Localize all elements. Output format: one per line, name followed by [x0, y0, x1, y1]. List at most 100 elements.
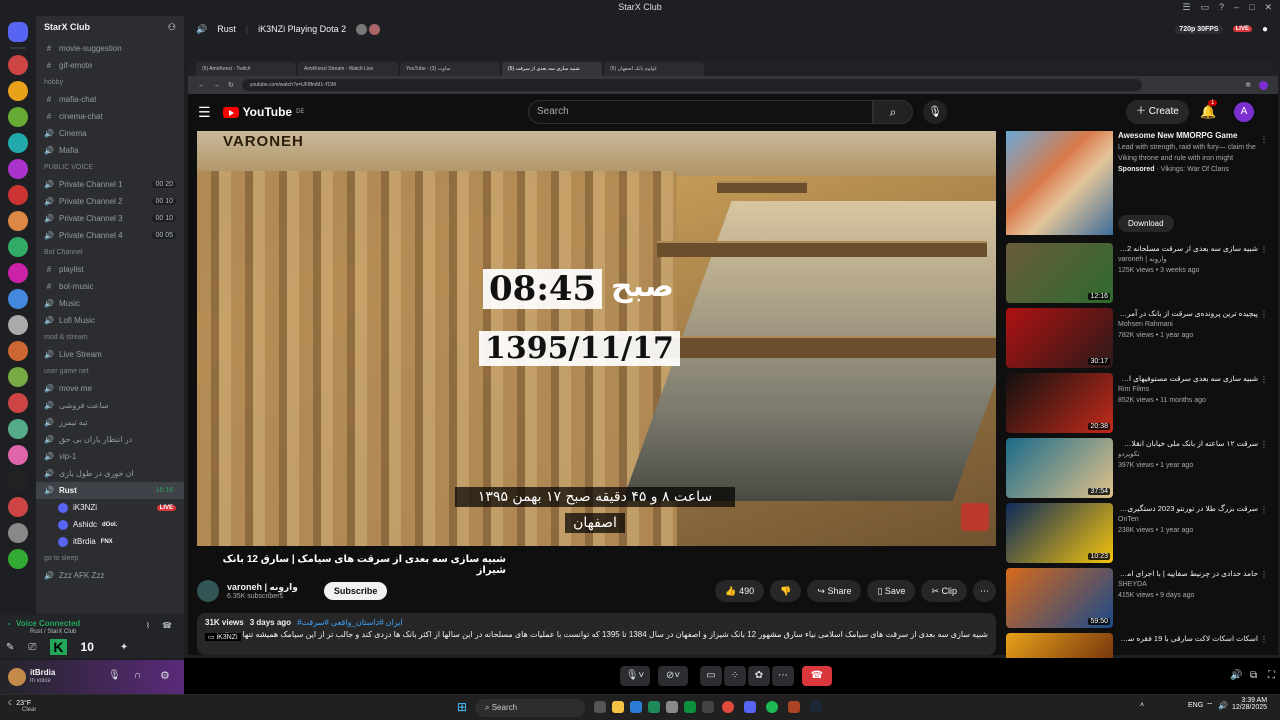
add-friend-icon[interactable]: ⚇	[168, 22, 176, 34]
activities-button[interactable]: ⁘	[724, 666, 746, 686]
channel-category[interactable]: mod & stream	[36, 329, 184, 346]
popout-icon[interactable]: ⧉	[1250, 670, 1257, 681]
voice-channel[interactable]: 🔊 Cinema	[36, 125, 184, 142]
url-field[interactable]: youtube.com/watch?v=UF8fmM1-YDM	[241, 79, 1142, 91]
reload-icon[interactable]: ↻	[228, 81, 234, 89]
video-player[interactable]: VARONEH 08:45 صبح 1395/11/17 ساعت ۸ و ۴۵…	[197, 131, 996, 546]
voice-channel[interactable]: 🔊 تبه تیمرز	[36, 414, 184, 431]
voice-channel[interactable]: 🔊 Live Stream	[36, 346, 184, 363]
voice-user[interactable]: itBrdia FNX	[36, 533, 184, 550]
video-thumbnail[interactable]: 20:38	[1006, 373, 1113, 433]
server-icon[interactable]	[8, 55, 28, 75]
account-avatar[interactable]: A	[1234, 102, 1254, 122]
chat-icon[interactable]: ●	[1262, 24, 1268, 35]
maximize-icon[interactable]: □	[1249, 2, 1254, 13]
voice-channel[interactable]: 🔊 Music	[36, 295, 184, 312]
voice-channel[interactable]: 🔊 Private Channel 2 00 10	[36, 193, 184, 210]
store-icon[interactable]	[630, 701, 642, 713]
ad-card[interactable]: Awesome New MMORPG Game Lead with streng…	[1006, 131, 1278, 241]
menu-icon[interactable]: ☰	[1182, 2, 1190, 13]
description-box[interactable]: 31K views 3 days ago #ایران #داستان_واقع…	[197, 613, 996, 655]
server-icon[interactable]	[8, 22, 28, 42]
subscribe-button[interactable]: Subscribe	[323, 582, 388, 600]
more-icon[interactable]: ⋮	[1260, 570, 1268, 579]
voice-channel[interactable]: 🔊 Mafia	[36, 142, 184, 159]
voice-channel[interactable]: 🔊 در انتظار یاران بی حق	[36, 431, 184, 448]
recommended-video[interactable]: 12:16 شبیه سازی سه بعدی از سرقت مسلحانه 4…	[1006, 241, 1278, 306]
server-icon[interactable]	[8, 549, 28, 569]
server-icon[interactable]	[8, 393, 28, 413]
participant-avatar[interactable]	[356, 23, 368, 35]
start-icon[interactable]: ⊞	[457, 700, 467, 714]
more-icon[interactable]: ⋮	[1260, 375, 1268, 384]
participant-avatar[interactable]	[369, 23, 381, 35]
voice-user[interactable]: Ashidc dOol.	[36, 516, 184, 533]
profile-icon[interactable]	[1259, 80, 1268, 90]
save-button[interactable]: ▯ Save	[867, 580, 916, 602]
channel-category[interactable]: PUBLIC VOICE	[36, 159, 184, 176]
clip-button[interactable]: ✂ Clip	[921, 580, 967, 602]
voice-channel[interactable]: 🔊 ان خوری در طول بازی	[36, 465, 184, 482]
channel-name[interactable]: varoneh | واروِنه	[227, 582, 298, 593]
chrome-icon[interactable]	[722, 701, 734, 713]
download-button[interactable]: Download	[1118, 215, 1174, 232]
screen-share-button[interactable]: ▭	[700, 666, 722, 686]
server-icon[interactable]	[8, 107, 28, 127]
recommended-video[interactable]: 30:17 پیچیده ترین پرونده‌ی سرقت از بانک د…	[1006, 306, 1278, 371]
server-icon[interactable]	[8, 211, 28, 231]
weather-widget[interactable]: ☾ 23°F Clear	[8, 699, 36, 713]
recommended-video[interactable]: 20:38 شبیه سازی سه بعدی سرقت مستوفیهای اس…	[1006, 371, 1278, 436]
edge-icon[interactable]	[648, 701, 660, 713]
voice-search-button[interactable]: 🎙	[923, 100, 947, 124]
more-icon[interactable]: ⋮	[1260, 135, 1268, 144]
video-thumbnail[interactable]: 59:50	[1006, 568, 1113, 628]
server-icon[interactable]	[8, 315, 28, 335]
video-thumbnail[interactable]: 10:23	[1006, 503, 1113, 563]
recommended-video[interactable]: 37:54 سرقت ۱۲ ساعته از بانک ملی خیابان ان…	[1006, 436, 1278, 501]
language-indicator[interactable]: ENG	[1188, 702, 1203, 709]
mic-toggle-button[interactable]: 🎙˅	[620, 666, 650, 686]
voice-channel[interactable]: 🔊 Zzz AFK Zzz	[36, 567, 184, 584]
share-button[interactable]: ↪ Share	[807, 580, 862, 602]
spotify-icon[interactable]	[766, 701, 778, 713]
video-thumbnail[interactable]: 30:17	[1006, 308, 1113, 368]
voice-channel[interactable]: 🔊 Private Channel 4 00 05	[36, 227, 184, 244]
dislike-button[interactable]: 👎	[770, 580, 802, 602]
text-channel[interactable]: # movie-suggestion	[36, 40, 184, 57]
more-icon[interactable]: ⋮	[1260, 635, 1268, 644]
more-icon[interactable]: ⋮	[1260, 245, 1268, 254]
voice-channel[interactable]: 🔊 vip-1	[36, 448, 184, 465]
browser-tab[interactable]: (5) AmirKenzi - Twitch	[196, 62, 296, 76]
camera-toggle-button[interactable]: ⊘˅	[658, 666, 688, 686]
browser-tab[interactable]: YouTube - (3) ساوت	[400, 62, 500, 76]
channel-avatar[interactable]	[197, 580, 219, 602]
soundboard-button[interactable]: ✿	[748, 666, 770, 686]
volume-icon[interactable]: 🔊	[1218, 701, 1228, 710]
text-channel[interactable]: # mafia-chat	[36, 91, 184, 108]
recommended-video[interactable]: 10:23 سرقت بزرگ طلا در تورنتو 2023 دستگیر…	[1006, 501, 1278, 566]
server-icon[interactable]	[8, 81, 28, 101]
server-icon[interactable]	[8, 497, 28, 517]
extensions-icon[interactable]: ✲	[1245, 81, 1251, 89]
voice-channel[interactable]: 🔊 Private Channel 1 00 20	[36, 176, 184, 193]
server-icon[interactable]	[8, 341, 28, 361]
avatar[interactable]	[8, 668, 26, 686]
server-icon[interactable]	[8, 185, 28, 205]
task-view-icon[interactable]	[594, 701, 606, 713]
text-channel[interactable]: # bot-music	[36, 278, 184, 295]
screen-share-icon[interactable]: ⎚	[28, 642, 36, 653]
server-icon[interactable]	[8, 237, 28, 257]
recommended-video[interactable]: 59:50 حامد حدادی در چرنیط صفاییه | با اجر…	[1006, 566, 1278, 631]
more-icon[interactable]: ⋮	[1260, 310, 1268, 319]
text-channel[interactable]: # playlist	[36, 261, 184, 278]
ad-thumbnail[interactable]	[1006, 131, 1113, 235]
server-icon[interactable]	[8, 471, 28, 491]
server-icon[interactable]	[8, 445, 28, 465]
deafen-icon[interactable]: ∩	[134, 670, 141, 681]
server-header[interactable]: StarX Club ⚇	[36, 16, 184, 40]
voice-user[interactable]: iK3NZi LIVE	[36, 499, 184, 516]
notifications-button[interactable]: 🔔 1	[1200, 100, 1218, 120]
browser-tab[interactable]: AmirKenzi Stream - Watch Live	[298, 62, 398, 76]
text-channel[interactable]: # gif-emote	[36, 57, 184, 74]
steam-icon[interactable]	[810, 701, 822, 713]
